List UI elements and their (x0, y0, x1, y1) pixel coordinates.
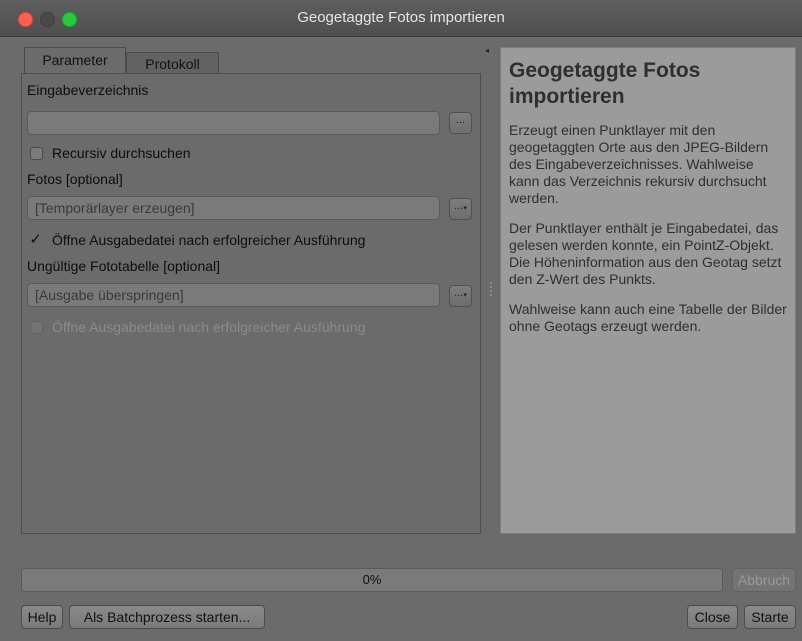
title-bar: Geogetaggte Fotos importieren (0, 0, 802, 37)
progress-bar: 0% (21, 568, 723, 592)
input-dir-browse-button[interactable]: ... (449, 112, 472, 134)
batch-process-button[interactable]: Als Batchprozess starten... (69, 605, 265, 629)
invalid-photos-label: Ungültige Fototabelle [optional] (27, 258, 221, 274)
help-paragraph-2: Der Punktlayer enthält je Eingabedatei, … (509, 220, 782, 287)
invalid-photos-field[interactable]: [Ausgabe überspringen] (27, 283, 440, 307)
dropdown-arrow-icon: ▾ (463, 205, 467, 212)
photos-output-field[interactable]: [Temporärlayer erzeugen] (27, 196, 440, 220)
dropdown-arrow-icon: ▾ (463, 292, 467, 299)
abort-button: Abbruch (732, 568, 796, 592)
photos-output-menu-button[interactable]: ...▾ (449, 198, 472, 220)
open-output2-label: Öffne Ausgabedatei nach erfolgreicher Au… (52, 319, 366, 335)
help-paragraph-1: Erzeugt einen Punktlayer mit den geogeta… (509, 122, 769, 206)
close-button[interactable]: Close (687, 605, 738, 629)
open-output-label: Öffne Ausgabedatei nach erfolgreicher Au… (52, 232, 366, 248)
photos-label: Fotos [optional] (27, 171, 123, 187)
help-title: Geogetaggte Fotos importieren (509, 59, 701, 108)
tab-protokoll[interactable]: Protokoll (126, 52, 219, 74)
start-button[interactable]: Starte (744, 605, 796, 629)
splitter-handle[interactable] (490, 282, 494, 296)
recursive-checkbox[interactable] (30, 147, 43, 160)
input-dir-field[interactable] (27, 111, 440, 135)
window-title: Geogetaggte Fotos importieren (297, 9, 505, 26)
collapse-help-icon[interactable]: ◂ (485, 46, 489, 55)
help-panel: Geogetaggte Fotos importieren Erzeugt ei… (500, 47, 796, 534)
help-paragraph-3: Wahlweise kann auch eine Tabelle der Bil… (509, 301, 787, 334)
recursive-label: Recursiv durchsuchen (52, 145, 191, 161)
help-button[interactable]: Help (21, 605, 63, 629)
input-dir-label: Eingabeverzeichnis (27, 82, 149, 98)
invalid-photos-menu-button[interactable]: ...▾ (449, 285, 472, 307)
open-output-checkbox[interactable]: ✓ (29, 232, 42, 247)
tab-parameter[interactable]: Parameter (24, 47, 126, 73)
open-output2-checkbox (30, 321, 43, 334)
